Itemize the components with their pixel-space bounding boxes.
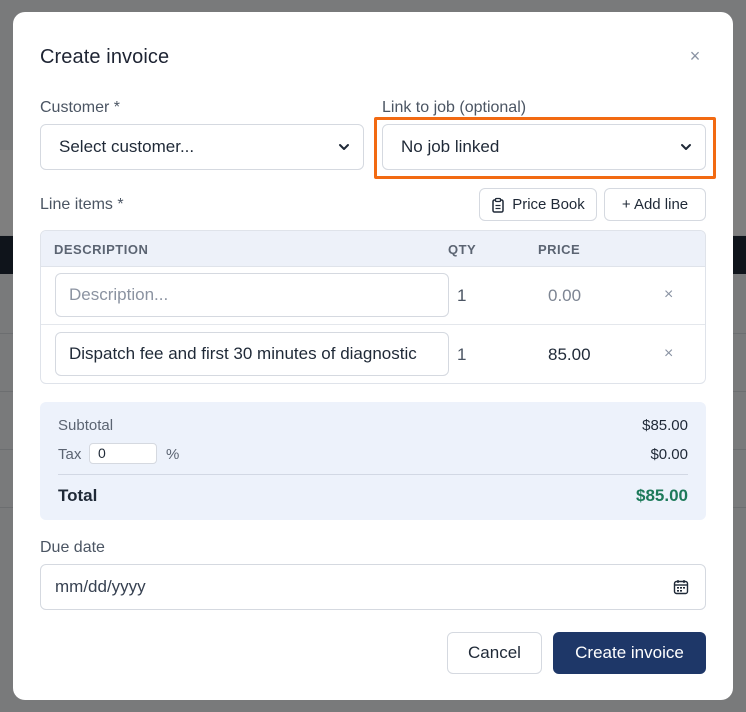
cancel-label: Cancel [468,643,521,662]
add-line-button[interactable]: + Add line [604,188,706,221]
customer-select-value: Select customer... [59,137,195,156]
subtotal-label: Subtotal [58,417,114,434]
description-input[interactable]: Description... [55,273,449,317]
tax-value: $0.00 [650,446,688,463]
create-invoice-label: Create invoice [575,643,684,662]
line-items-table: DESCRIPTION QTY PRICE Description... 1 0… [40,230,706,384]
calendar-icon[interactable] [673,579,689,595]
total-value: $85.00 [636,486,688,505]
add-line-label: + Add line [621,196,689,213]
clipboard-icon [492,197,504,213]
price-input[interactable]: 0.00 [548,286,581,306]
subtotal-value: $85.00 [642,417,688,434]
column-description: DESCRIPTION [54,242,149,257]
tax-percent-label: % [166,446,180,463]
chevron-down-icon [339,144,349,150]
summary-divider [58,474,688,475]
customer-select[interactable]: Select customer... [40,124,364,170]
cancel-button[interactable]: Cancel [447,632,542,674]
customer-label: Customer * [40,99,121,116]
description-input[interactable]: Dispatch fee and first 30 minutes of dia… [55,332,449,376]
column-qty: QTY [448,242,477,257]
due-date-label: Due date [40,539,105,556]
create-invoice-button[interactable]: Create invoice [553,632,706,674]
remove-line-button[interactable]: × [664,345,673,363]
invoice-summary: Subtotal $85.00 Tax 0 % $0.00 Total $85.… [40,402,706,520]
close-button[interactable]: × [685,46,705,66]
price-book-button[interactable]: Price Book [479,188,597,221]
job-link-label: Link to job (optional) [382,99,527,116]
create-invoice-dialog: Create invoice × Customer * Select custo… [13,12,733,700]
column-price: PRICE [538,242,581,257]
tax-label: Tax [58,446,82,463]
dialog-title: Create invoice [40,46,170,68]
qty-input[interactable]: 1 [457,345,466,365]
line-items-label: Line items * [40,196,124,213]
total-label: Total [58,486,98,505]
price-book-label: Price Book [512,196,585,213]
qty-input[interactable]: 1 [457,286,466,306]
due-date-placeholder: mm/dd/yyyy [55,577,146,596]
focus-highlight [374,117,716,179]
remove-line-button[interactable]: × [664,286,673,304]
price-input[interactable]: 85.00 [548,345,591,365]
table-header: DESCRIPTION QTY PRICE [41,231,705,267]
tax-rate-input[interactable]: 0 [89,443,157,464]
due-date-input[interactable]: mm/dd/yyyy [40,564,706,610]
close-icon: × [689,46,701,66]
